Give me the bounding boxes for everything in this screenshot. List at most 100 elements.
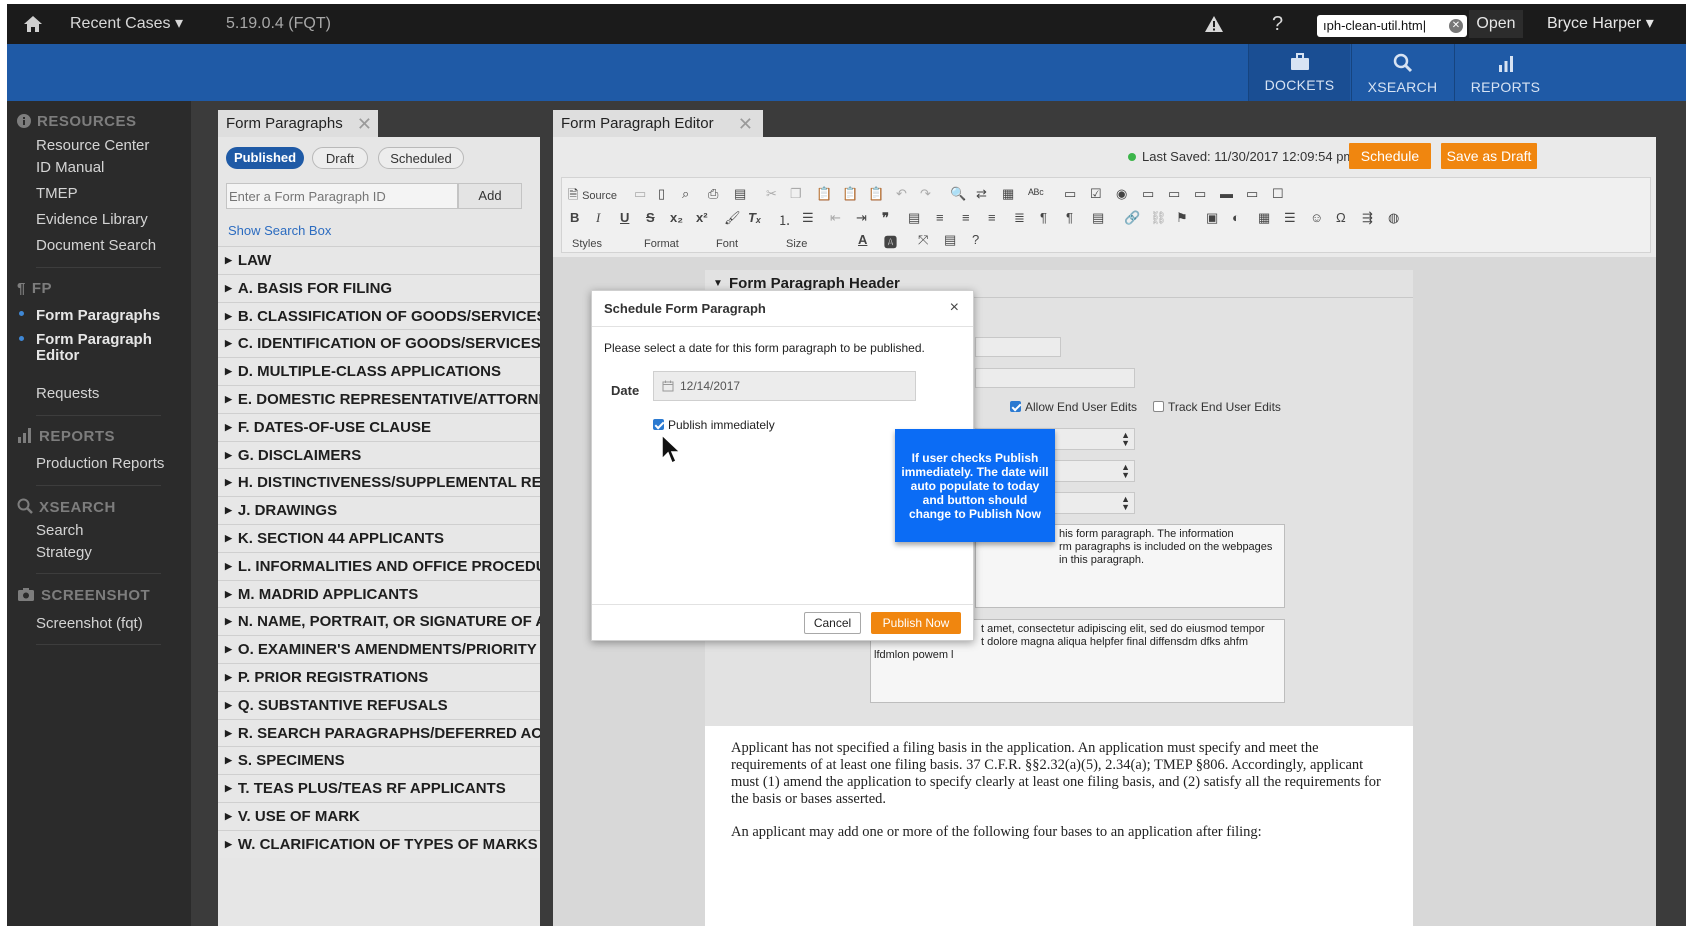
- format-painter-icon[interactable]: 🖌: [724, 210, 741, 226]
- smiley-icon[interactable]: ☺: [1310, 210, 1323, 225]
- hidden-field-icon[interactable]: ☐: [1272, 186, 1284, 202]
- filter-draft[interactable]: Draft: [312, 147, 368, 169]
- sidebar-item-requests[interactable]: Requests: [36, 385, 99, 402]
- link-icon[interactable]: 🔗: [1124, 210, 1140, 226]
- size-dropdown[interactable]: Size: [786, 238, 807, 250]
- undo-icon[interactable]: ↶: [896, 186, 907, 202]
- ltr-icon[interactable]: ¶: [1040, 210, 1047, 225]
- tab-form-paragraph-editor[interactable]: Form Paragraph Editor ✕: [553, 110, 763, 138]
- align-right-icon[interactable]: ≡: [988, 210, 996, 225]
- page-break-icon[interactable]: ⇶: [1362, 210, 1373, 226]
- list-item[interactable]: ▶ A. BASIS FOR FILING: [218, 273, 540, 302]
- font-dropdown[interactable]: Font: [716, 238, 738, 250]
- justify-icon[interactable]: ≣: [1014, 210, 1025, 226]
- text-color-icon[interactable]: A: [858, 232, 867, 247]
- remove-format-icon[interactable]: Tₓ: [748, 210, 761, 225]
- anchor-icon[interactable]: ⚑: [1176, 210, 1188, 226]
- iframe-icon[interactable]: ◍: [1388, 210, 1399, 226]
- indent-icon[interactable]: ⇥: [856, 210, 867, 226]
- list-item[interactable]: ▶ W. CLARIFICATION OF TYPES OF MARKS: [218, 829, 540, 858]
- close-icon[interactable]: ✕: [738, 110, 753, 138]
- list-item[interactable]: ▶ Q. SUBSTANTIVE REFUSALS: [218, 690, 540, 719]
- list-item[interactable]: ▶ N. NAME, PORTRAIT, OR SIGNATURE OF A: [218, 607, 540, 636]
- sidebar-item-screenshot-fqt[interactable]: Screenshot (fqt): [36, 615, 143, 632]
- preview-icon[interactable]: ⌕: [682, 186, 689, 202]
- underline-icon[interactable]: U: [620, 210, 629, 225]
- div-icon[interactable]: ▤: [908, 210, 920, 226]
- replace-icon[interactable]: ⇄: [976, 186, 987, 202]
- help-icon[interactable]: ?: [1272, 4, 1283, 44]
- list-item[interactable]: ▶ M. MADRID APPLICANTS: [218, 579, 540, 608]
- list-item[interactable]: ▶ R. SEARCH PARAGRAPHS/DEFERRED AC: [218, 718, 540, 747]
- date-input[interactable]: 12/14/2017: [653, 371, 916, 401]
- close-icon[interactable]: ✕: [357, 110, 372, 138]
- clear-icon[interactable]: ✕: [1449, 19, 1463, 33]
- cancel-button[interactable]: Cancel: [804, 612, 861, 634]
- checkbox-icon[interactable]: ☑: [1090, 186, 1102, 202]
- save-icon[interactable]: ▭: [634, 186, 646, 202]
- help-icon[interactable]: ?: [972, 232, 979, 247]
- strike-icon[interactable]: S: [646, 210, 655, 225]
- bold-icon[interactable]: B: [570, 210, 579, 225]
- source-button[interactable]: 🗎 Source: [568, 186, 617, 208]
- list-item[interactable]: ▶ E. DOMESTIC REPRESENTATIVE/ATTORNEY: [218, 384, 540, 413]
- list-item[interactable]: ▶ G. DISCLAIMERS: [218, 440, 540, 469]
- print-icon[interactable]: ⎙: [708, 186, 718, 202]
- tab-form-paragraphs[interactable]: Form Paragraphs ✕: [218, 110, 378, 138]
- sidebar-item-evidence-library[interactable]: Evidence Library: [36, 211, 148, 228]
- flash-icon[interactable]: ◐: [1232, 210, 1240, 225]
- numbered-list-icon[interactable]: ⒈: [778, 210, 791, 229]
- list-item[interactable]: ▶ B. CLASSIFICATION OF GOODS/SERVICES: [218, 301, 540, 330]
- list-item[interactable]: ▶ LAW: [218, 246, 540, 274]
- blockquote-icon[interactable]: ❞: [882, 210, 889, 226]
- list-item[interactable]: ▶ O. EXAMINER'S AMENDMENTS/PRIORITY: [218, 635, 540, 663]
- list-item[interactable]: ▶ C. IDENTIFICATION OF GOODS/SERVICES: [218, 329, 540, 358]
- align-center-icon[interactable]: ≡: [962, 210, 970, 225]
- list-item[interactable]: ▶ T. TEAS PLUS/TEAS RF APPLICANTS: [218, 774, 540, 802]
- image-button-icon[interactable]: ▭: [1246, 186, 1258, 202]
- select-icon[interactable]: ▭: [1194, 186, 1206, 202]
- list-item[interactable]: ▶ K. SECTION 44 APPLICANTS: [218, 523, 540, 552]
- list-item[interactable]: ▶ V. USE OF MARK: [218, 801, 540, 830]
- sidebar-item-search[interactable]: Search: [36, 522, 84, 539]
- special-char-icon[interactable]: Ω: [1336, 210, 1346, 225]
- warning-icon[interactable]: [1204, 4, 1226, 44]
- show-blocks-icon[interactable]: ▤: [944, 232, 956, 248]
- close-icon[interactable]: ×: [950, 300, 959, 316]
- spellcheck-icon[interactable]: ᴬᴮᶜ: [1028, 186, 1044, 201]
- sidebar-item-resource-center[interactable]: Resource Center: [36, 137, 149, 154]
- checkbox[interactable]: [1010, 401, 1021, 412]
- sidebar-item-id-manual[interactable]: ID Manual: [36, 159, 104, 176]
- outdent-icon[interactable]: ⇤: [830, 210, 841, 226]
- templates-icon[interactable]: ▤: [734, 186, 746, 202]
- sidebar-item-strategy[interactable]: Strategy: [36, 544, 92, 561]
- table-icon[interactable]: ▦: [1258, 210, 1270, 226]
- sidebar-item-production-reports[interactable]: Production Reports: [36, 455, 164, 472]
- form-paragraph-id-input[interactable]: [226, 183, 458, 209]
- sidebar-item-form-paragraphs[interactable]: Form Paragraphs: [36, 307, 160, 324]
- bulleted-list-icon[interactable]: ☰: [802, 210, 814, 226]
- add-button[interactable]: Add: [458, 183, 522, 209]
- nav-xsearch[interactable]: XSEARCH: [1351, 44, 1453, 101]
- subscript-icon[interactable]: x₂: [670, 210, 683, 225]
- home-icon[interactable]: [23, 4, 47, 44]
- header-field[interactable]: [975, 368, 1135, 388]
- list-item[interactable]: ▶ P. PRIOR REGISTRATIONS: [218, 662, 540, 691]
- form-icon[interactable]: ▭: [1064, 186, 1076, 202]
- superscript-icon[interactable]: x²: [696, 210, 708, 225]
- format-dropdown[interactable]: Format: [644, 238, 679, 250]
- textfield-icon[interactable]: ▭: [1142, 186, 1154, 202]
- save-as-draft-button[interactable]: Save as Draft: [1441, 143, 1537, 169]
- unlink-icon[interactable]: ⛓: [1150, 210, 1167, 226]
- sidebar-item-document-search[interactable]: Document Search: [36, 237, 156, 254]
- open-button[interactable]: Open: [1469, 10, 1523, 38]
- image-icon[interactable]: ▣: [1206, 210, 1218, 226]
- button-icon[interactable]: ▬: [1220, 186, 1233, 201]
- track-end-user-edits-checkbox[interactable]: Track End User Edits: [1153, 400, 1281, 414]
- checkbox[interactable]: [1153, 401, 1164, 412]
- textarea-icon[interactable]: ▭: [1168, 186, 1180, 202]
- filter-scheduled[interactable]: Scheduled: [378, 147, 464, 169]
- publish-now-button[interactable]: Publish Now: [871, 612, 961, 634]
- radio-icon[interactable]: ◉: [1116, 186, 1127, 202]
- user-menu[interactable]: Bryce Harper ▾: [1547, 4, 1654, 44]
